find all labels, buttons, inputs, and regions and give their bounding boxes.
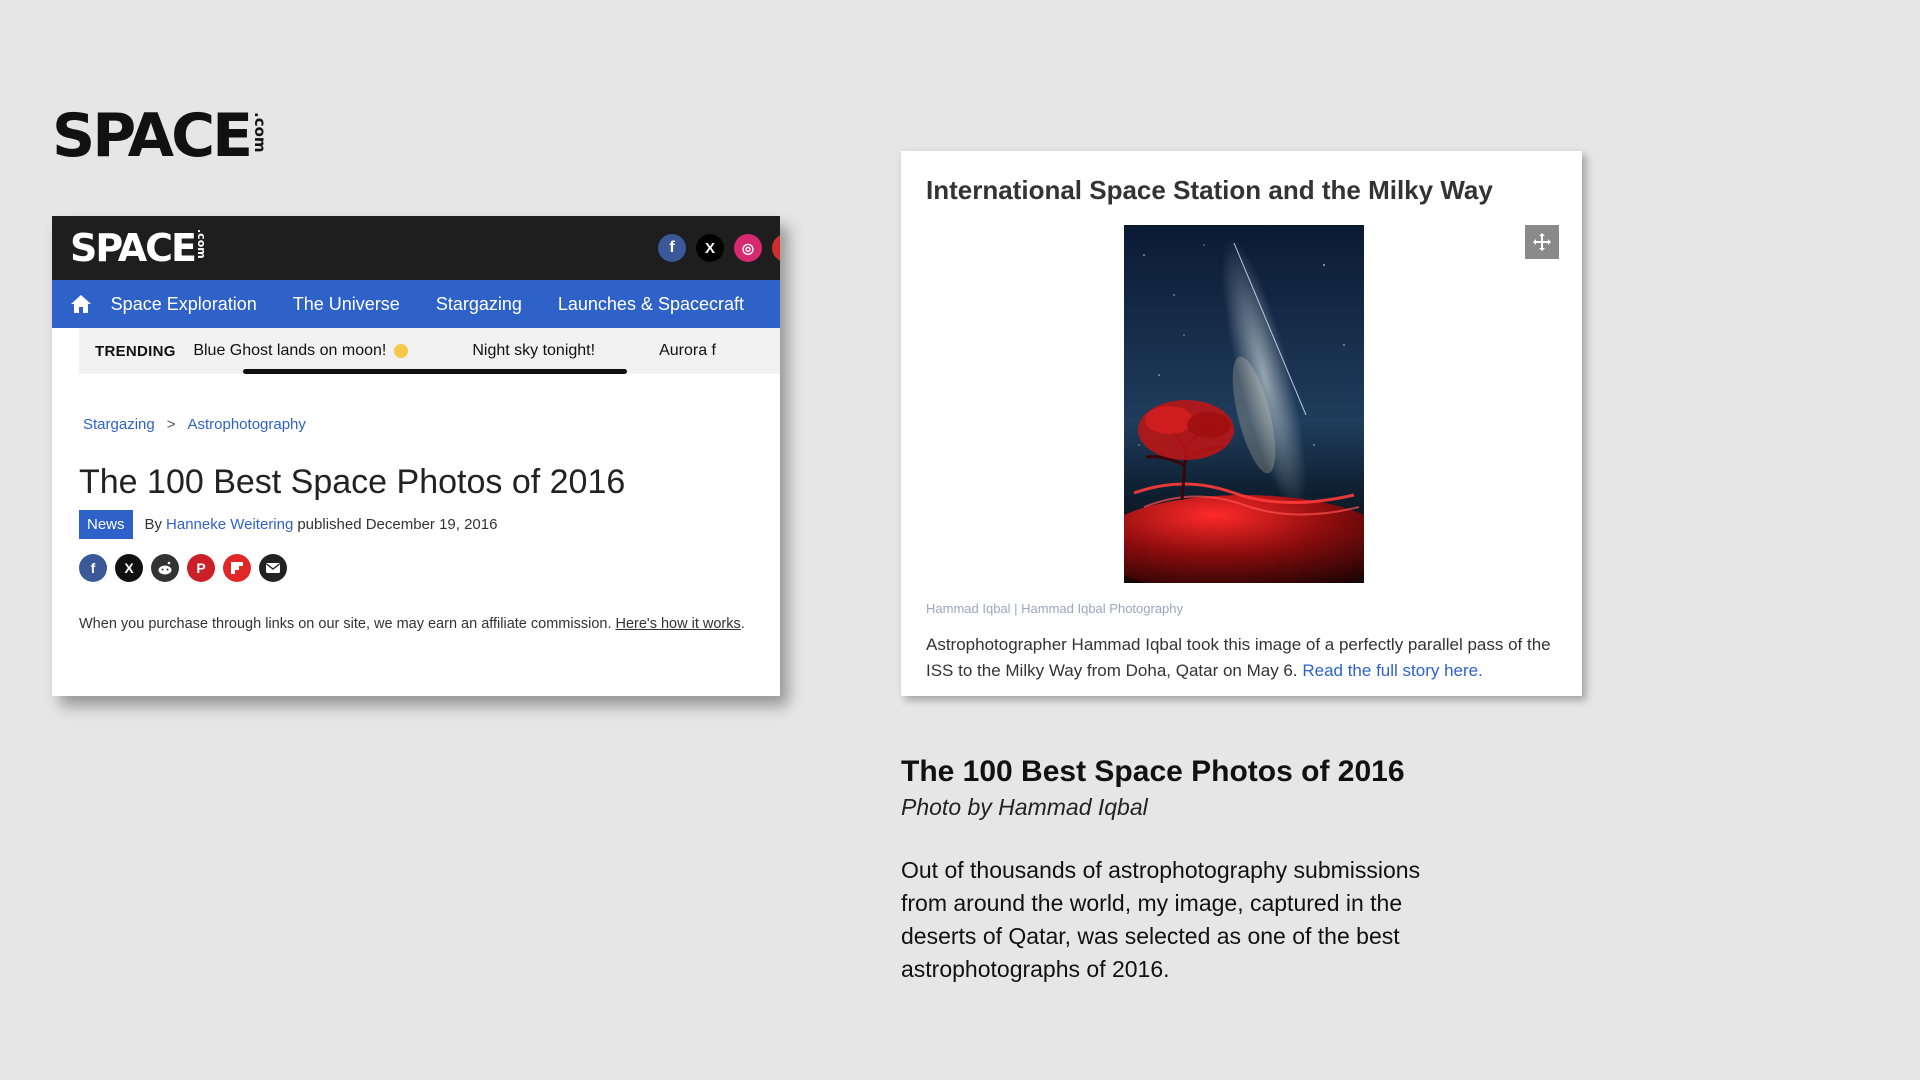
flipboard-icon[interactable] xyxy=(223,554,251,582)
affiliate-link[interactable]: Here's how it works xyxy=(616,616,741,632)
article-title: The 100 Best Space Photos of 2016 xyxy=(79,463,626,501)
photo-card: International Space Station and the Milk… xyxy=(901,151,1582,696)
logo-suffix: .com xyxy=(251,112,270,153)
publish-date: published December 19, 2016 xyxy=(297,516,498,533)
youtube-icon[interactable] xyxy=(772,234,780,262)
email-icon[interactable] xyxy=(259,554,287,582)
news-badge[interactable]: News xyxy=(79,510,133,539)
photo-title: International Space Station and the Milk… xyxy=(926,175,1493,205)
home-icon[interactable] xyxy=(52,294,111,314)
social-links: f X ◎ xyxy=(658,234,780,262)
author-link[interactable]: Hanneke Weitering xyxy=(166,516,293,533)
space-logo: SPACE .com xyxy=(52,101,270,171)
breadcrumb: Stargazing > Astrophotography xyxy=(83,416,306,433)
read-full-story-link[interactable]: Read the full story here. xyxy=(1302,661,1482,680)
affiliate-text: When you purchase through links on our s… xyxy=(79,616,616,632)
headline: The 100 Best Space Photos of 2016 xyxy=(901,755,1405,788)
logo-word: SPACE xyxy=(52,101,253,171)
site-header: SPACE .com f X ◎ xyxy=(52,216,780,280)
moon-icon xyxy=(394,344,409,358)
quote-text: Out of thousands of astrophotography sub… xyxy=(901,857,1421,982)
trending-scrollbar[interactable] xyxy=(243,369,627,374)
nav-item-space-exploration[interactable]: Space Exploration xyxy=(111,294,257,315)
instagram-icon[interactable]: ◎ xyxy=(734,234,762,262)
site-logo-word: SPACE xyxy=(70,226,197,270)
x-icon[interactable]: X xyxy=(696,234,724,262)
trending-label: TRENDING xyxy=(95,342,176,360)
breadcrumb-astrophotography[interactable]: Astrophotography xyxy=(187,416,305,433)
breadcrumb-stargazing[interactable]: Stargazing xyxy=(83,416,155,433)
byline-by: By xyxy=(144,516,163,533)
reddit-icon[interactable] xyxy=(151,554,179,582)
expand-icon[interactable] xyxy=(1525,225,1559,259)
affiliate-disclosure: When you purchase through links on our s… xyxy=(79,614,759,634)
article-screenshot: SPACE .com f X ◎ Space Exploration The U… xyxy=(52,216,780,696)
nav-item-launches[interactable]: Launches & Spacecraft xyxy=(558,294,744,315)
x-icon[interactable]: X xyxy=(115,554,143,582)
pinterest-icon[interactable]: P xyxy=(187,554,215,582)
main-nav: Space Exploration The Universe Stargazin… xyxy=(52,280,780,328)
share-buttons: f X P xyxy=(79,554,287,582)
facebook-icon[interactable]: f xyxy=(79,554,107,582)
trending-item[interactable]: Night sky tonight! xyxy=(472,342,595,360)
milky-way-photo[interactable] xyxy=(1124,225,1364,583)
nav-item-the-universe[interactable]: The Universe xyxy=(293,294,400,315)
photo-credit: Hammad Iqbal | Hammad Iqbal Photography xyxy=(926,601,1184,616)
trending-bar: TRENDING Blue Ghost lands on moon! Night… xyxy=(79,328,780,374)
byline: News By Hanneke Weitering published Dece… xyxy=(79,510,497,539)
site-logo[interactable]: SPACE .com xyxy=(70,226,208,270)
trending-item[interactable]: Blue Ghost lands on moon! xyxy=(193,342,409,360)
trending-item[interactable]: Aurora f xyxy=(659,342,716,360)
trending-item-label: Blue Ghost lands on moon! xyxy=(193,342,387,359)
photo-caption: Astrophotographer Hammad Iqbal took this… xyxy=(926,632,1566,684)
facebook-icon[interactable]: f xyxy=(658,234,686,262)
affiliate-end: . xyxy=(740,616,745,632)
photo-byline: Photo by Hammad Iqbal xyxy=(901,794,1148,820)
breadcrumb-separator: > xyxy=(166,416,176,433)
site-logo-suffix: .com xyxy=(195,229,208,259)
nav-item-stargazing[interactable]: Stargazing xyxy=(436,294,522,315)
